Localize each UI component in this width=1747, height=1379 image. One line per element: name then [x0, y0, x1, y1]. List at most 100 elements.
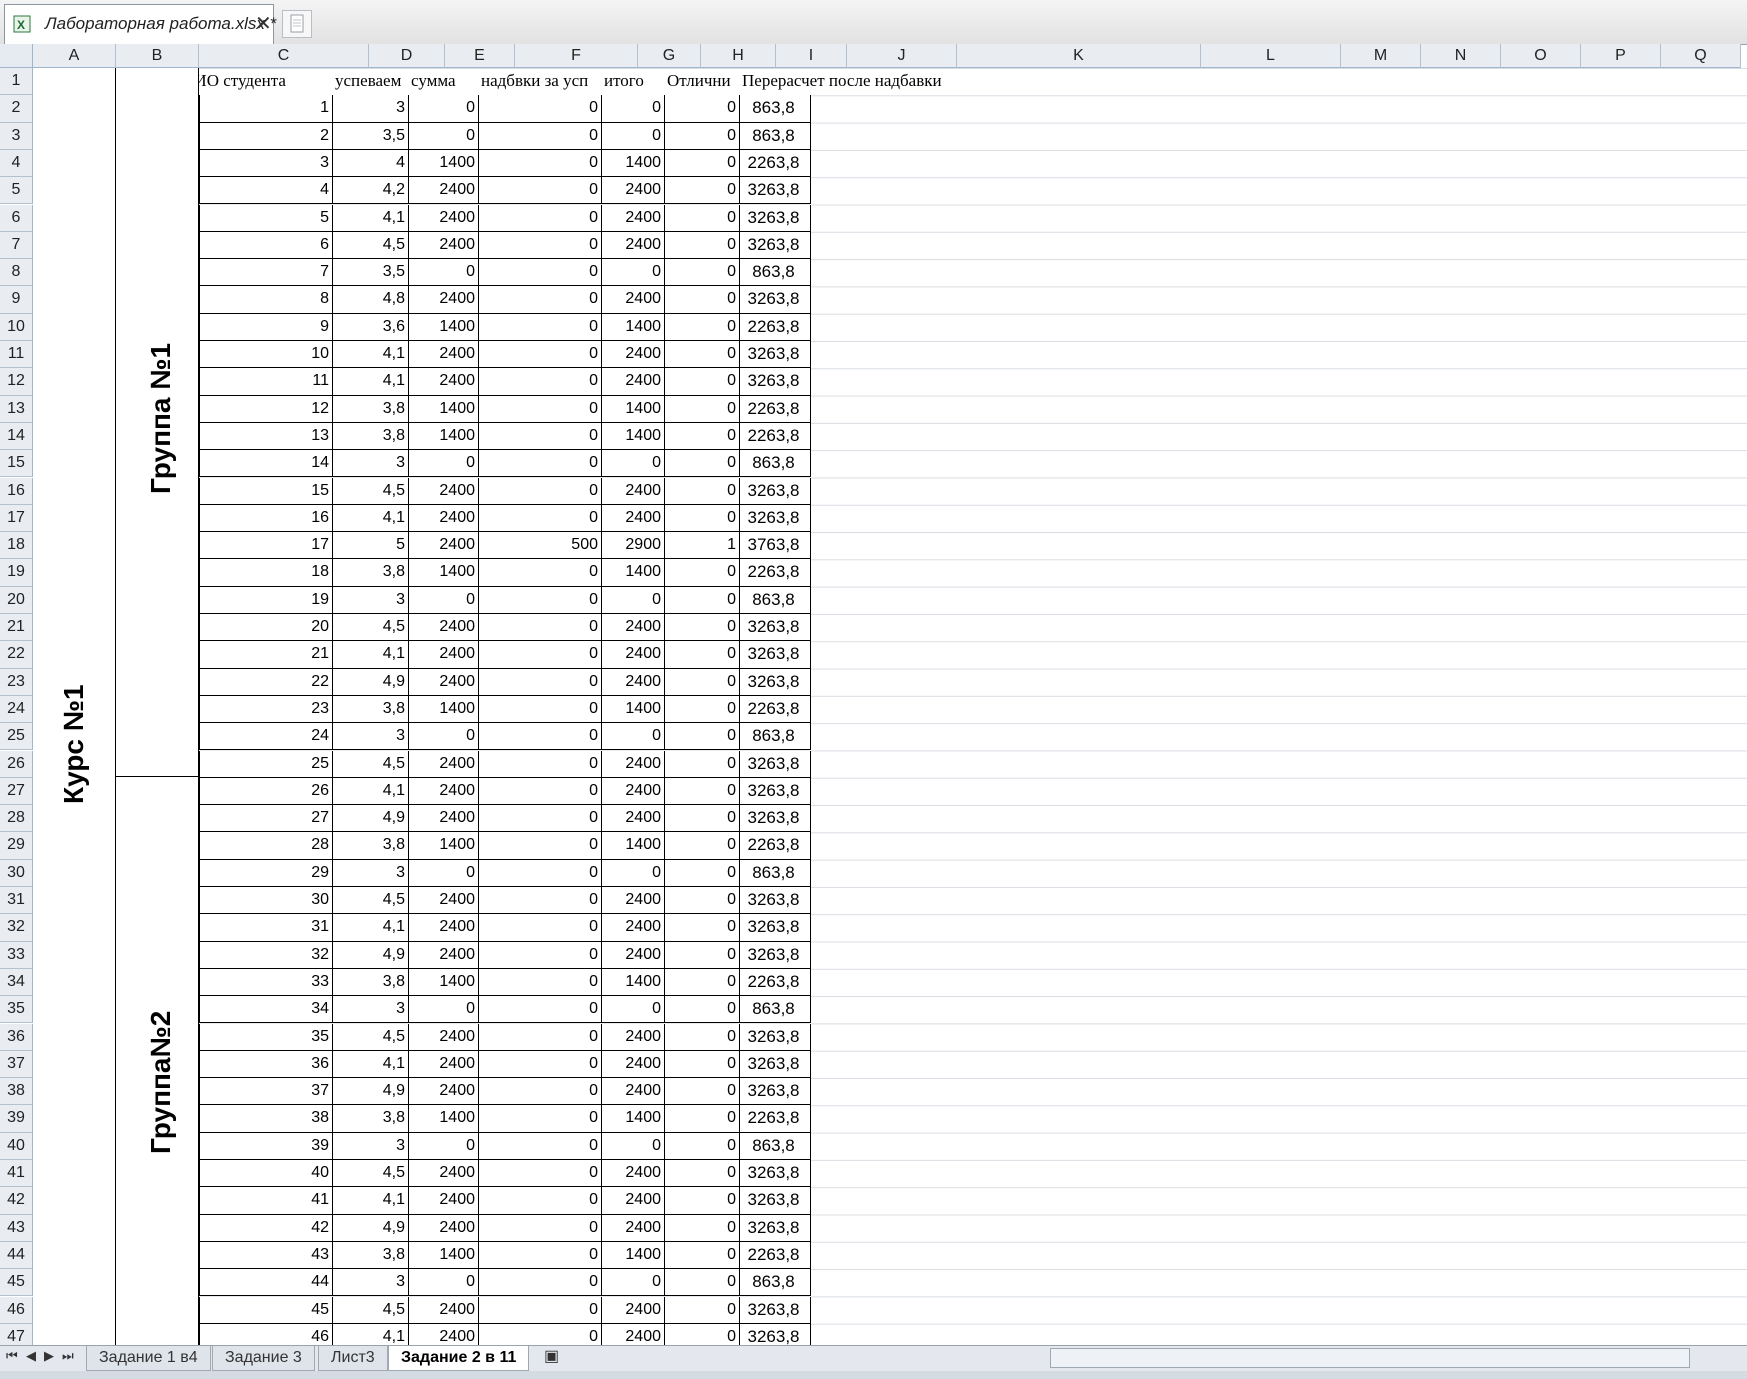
cell-pereraschet[interactable]: 3263,8 — [740, 1160, 811, 1188]
cell-pereraschet[interactable]: 3263,8 — [740, 1078, 811, 1106]
cell-nadbavki[interactable]: 0 — [479, 1078, 602, 1106]
cell-uspevaem[interactable]: 4,9 — [333, 805, 409, 833]
first-sheet-icon[interactable]: ⏮ — [6, 1348, 18, 1364]
cell-nadbavki[interactable]: 0 — [479, 887, 602, 915]
row-header[interactable]: 9 — [0, 286, 33, 314]
row-header[interactable]: 15 — [0, 450, 33, 478]
cell-pereraschet[interactable]: 863,8 — [740, 95, 811, 123]
cell-nadbavki[interactable]: 0 — [479, 122, 602, 150]
cell-fio[interactable]: 18 — [199, 559, 333, 587]
cell-uspevaem[interactable]: 3 — [333, 1132, 409, 1160]
cell-fio[interactable]: 30 — [199, 887, 333, 915]
cell-nadbavki[interactable]: 0 — [479, 1296, 602, 1324]
cell-otlichniki[interactable]: 0 — [665, 614, 740, 642]
cell-itogo[interactable]: 0 — [602, 95, 665, 123]
header-pereraschet[interactable]: Перерасчет после надбавки — [740, 68, 1070, 94]
cell-fio[interactable]: 5 — [199, 204, 333, 232]
cell-pereraschet[interactable]: 863,8 — [740, 723, 811, 751]
cell-nadbavki[interactable]: 0 — [479, 1269, 602, 1297]
column-header-i[interactable]: I — [776, 44, 847, 68]
row-header[interactable]: 12 — [0, 368, 33, 396]
cell-fio[interactable]: 34 — [199, 996, 333, 1024]
insert-sheet-icon[interactable]: ▣ — [544, 1346, 559, 1366]
document-tab[interactable]: X Лабораторная работа.xlsx * ✕ — [4, 4, 276, 44]
cell-otlichniki[interactable]: 0 — [665, 996, 740, 1024]
cell-nadbavki[interactable]: 0 — [479, 231, 602, 260]
cell-uspevaem[interactable]: 4,1 — [333, 204, 409, 232]
cell-summa[interactable]: 1400 — [409, 1105, 479, 1133]
cell-nadbavki[interactable]: 0 — [479, 968, 602, 997]
cell-uspevaem[interactable]: 4,9 — [333, 941, 409, 969]
cell-summa[interactable]: 2400 — [409, 1078, 479, 1106]
cell-summa[interactable]: 0 — [409, 450, 479, 478]
row-header[interactable]: 17 — [0, 504, 33, 533]
cell-itogo[interactable]: 2400 — [602, 614, 665, 642]
cell-fio[interactable]: 20 — [199, 614, 333, 642]
cell-nadbavki[interactable]: 0 — [479, 204, 602, 232]
cell-summa[interactable]: 2400 — [409, 1050, 479, 1079]
cell-fio[interactable]: 19 — [199, 586, 333, 614]
cell-itogo[interactable]: 2400 — [602, 668, 665, 696]
cell-summa[interactable]: 2400 — [409, 1187, 479, 1215]
row-header[interactable]: 4 — [0, 149, 33, 178]
cell-fio[interactable]: 35 — [199, 1023, 333, 1051]
cell-summa[interactable]: 2400 — [409, 177, 479, 205]
cell-summa[interactable]: 2400 — [409, 614, 479, 642]
cell-itogo[interactable]: 1400 — [602, 1241, 665, 1270]
cell-nadbavki[interactable]: 0 — [479, 1050, 602, 1079]
cell-nadbavki[interactable]: 0 — [479, 723, 602, 751]
cell-pereraschet[interactable]: 3263,8 — [740, 614, 811, 642]
cell-uspevaem[interactable]: 4,1 — [333, 341, 409, 369]
row-header[interactable]: 5 — [0, 177, 33, 205]
cell-itogo[interactable]: 0 — [602, 586, 665, 614]
cell-itogo[interactable]: 0 — [602, 1132, 665, 1160]
row-header[interactable]: 27 — [0, 777, 33, 806]
cell-uspevaem[interactable]: 3 — [333, 450, 409, 478]
cell-pereraschet[interactable]: 863,8 — [740, 996, 811, 1024]
cell-otlichniki[interactable]: 0 — [665, 668, 740, 696]
cell-summa[interactable]: 2400 — [409, 204, 479, 232]
cell-fio[interactable]: 28 — [199, 832, 333, 860]
cell-summa[interactable]: 2400 — [409, 941, 479, 969]
cell-fio[interactable]: 39 — [199, 1132, 333, 1160]
cell-nadbavki[interactable]: 0 — [479, 641, 602, 669]
cell-otlichniki[interactable]: 0 — [665, 1105, 740, 1133]
cell-nadbavki[interactable]: 0 — [479, 859, 602, 887]
cell-nadbavki[interactable]: 0 — [479, 914, 602, 942]
cell-pereraschet[interactable]: 3263,8 — [740, 941, 811, 969]
cell-nadbavki[interactable]: 0 — [479, 177, 602, 205]
cell-uspevaem[interactable]: 4,1 — [333, 914, 409, 942]
cell-fio[interactable]: 42 — [199, 1214, 333, 1242]
cell-fio[interactable]: 32 — [199, 941, 333, 969]
cell-uspevaem[interactable]: 4,9 — [333, 1078, 409, 1106]
cell-summa[interactable]: 1400 — [409, 1241, 479, 1270]
cell-itogo[interactable]: 2400 — [602, 750, 665, 778]
cell-itogo[interactable]: 2400 — [602, 1050, 665, 1079]
cell-fio[interactable]: 4 — [199, 177, 333, 205]
cell-summa[interactable]: 2400 — [409, 750, 479, 778]
row-header[interactable]: 11 — [0, 341, 33, 369]
row-header[interactable]: 18 — [0, 532, 33, 560]
cell-summa[interactable]: 2400 — [409, 1214, 479, 1242]
cell-nadbavki[interactable]: 0 — [479, 614, 602, 642]
cell-nadbavki[interactable]: 0 — [479, 149, 602, 178]
cell-uspevaem[interactable]: 3 — [333, 859, 409, 887]
cell-fio[interactable]: 1 — [199, 95, 333, 123]
cell-summa[interactable]: 2400 — [409, 504, 479, 533]
row-header[interactable]: 16 — [0, 477, 33, 505]
header-otlichniki[interactable]: Отлични — [665, 68, 740, 94]
cell-nadbavki[interactable]: 0 — [479, 477, 602, 505]
cell-otlichniki[interactable]: 0 — [665, 1269, 740, 1297]
cell-pereraschet[interactable]: 3263,8 — [740, 231, 811, 260]
cell-itogo[interactable]: 1400 — [602, 313, 665, 341]
cell-fio[interactable]: 7 — [199, 259, 333, 287]
cell-uspevaem[interactable]: 3,8 — [333, 395, 409, 423]
cell-fio[interactable]: 8 — [199, 286, 333, 314]
cell-itogo[interactable]: 2400 — [602, 1078, 665, 1106]
cell-uspevaem[interactable]: 4,8 — [333, 286, 409, 314]
row-header[interactable]: 21 — [0, 614, 33, 642]
cell-otlichniki[interactable]: 0 — [665, 1323, 740, 1345]
cell-summa[interactable]: 1400 — [409, 968, 479, 997]
cell-otlichniki[interactable]: 0 — [665, 95, 740, 123]
cell-itogo[interactable]: 2400 — [602, 941, 665, 969]
